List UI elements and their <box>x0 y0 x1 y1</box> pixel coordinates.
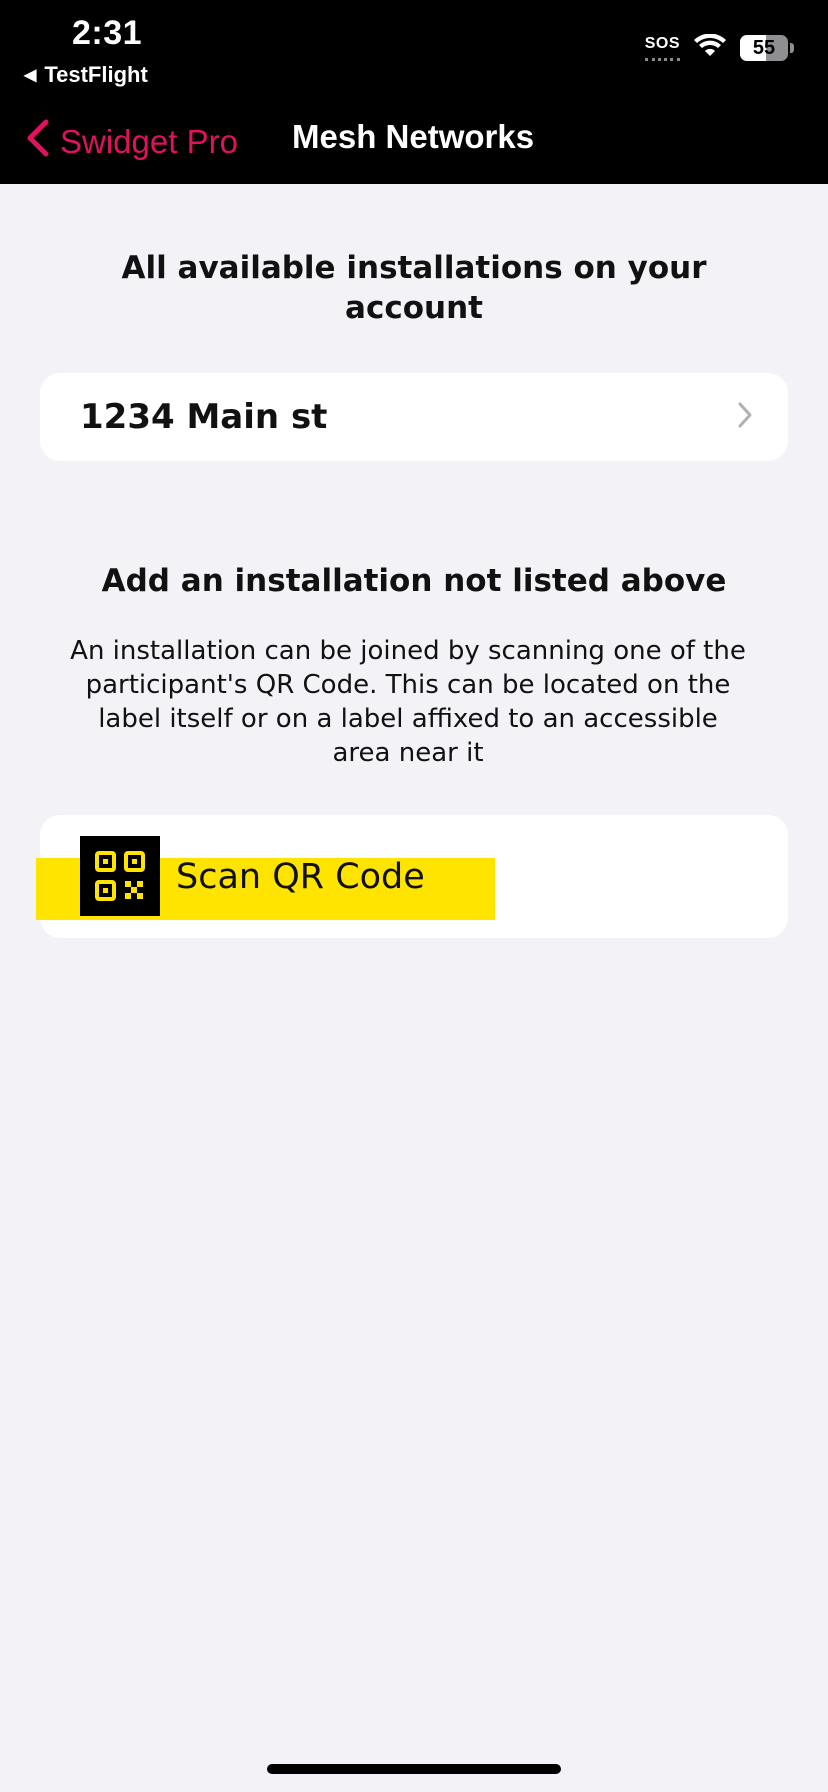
add-installation-description: An installation can be joined by scannin… <box>70 636 746 768</box>
status-time: 2:31 <box>72 14 143 52</box>
nav-back-button[interactable]: Swidget Pro <box>24 118 238 166</box>
qr-code-icon[interactable] <box>80 836 160 916</box>
home-indicator[interactable] <box>267 1764 561 1774</box>
sos-indicator: SOS <box>644 35 681 61</box>
add-installation-heading: Add an installation not listed above <box>101 563 727 599</box>
battery-icon: 55 <box>740 35 794 61</box>
chevron-left-icon <box>24 118 50 166</box>
nav-back-label: Swidget Pro <box>60 123 238 160</box>
chevron-right-icon <box>736 400 754 434</box>
installation-label: 1234 Main st <box>80 397 328 437</box>
wifi-icon <box>694 33 726 62</box>
battery-percent: 55 <box>752 36 776 59</box>
installations-heading: All available installations on your acco… <box>121 250 707 326</box>
top-bar: 2:31 ◀ TestFlight SOS 55 Swidget Pro Mes… <box>0 0 828 184</box>
status-icons: SOS 55 <box>644 33 794 62</box>
back-triangle-icon: ◀ <box>24 67 37 84</box>
back-app-label: TestFlight <box>44 62 148 87</box>
back-to-app-link[interactable]: ◀ TestFlight <box>24 62 148 88</box>
page-title: Mesh Networks <box>292 118 535 155</box>
scan-qr-button-label[interactable]: Scan QR Code <box>176 852 425 902</box>
installation-row[interactable]: 1234 Main st <box>40 373 788 461</box>
